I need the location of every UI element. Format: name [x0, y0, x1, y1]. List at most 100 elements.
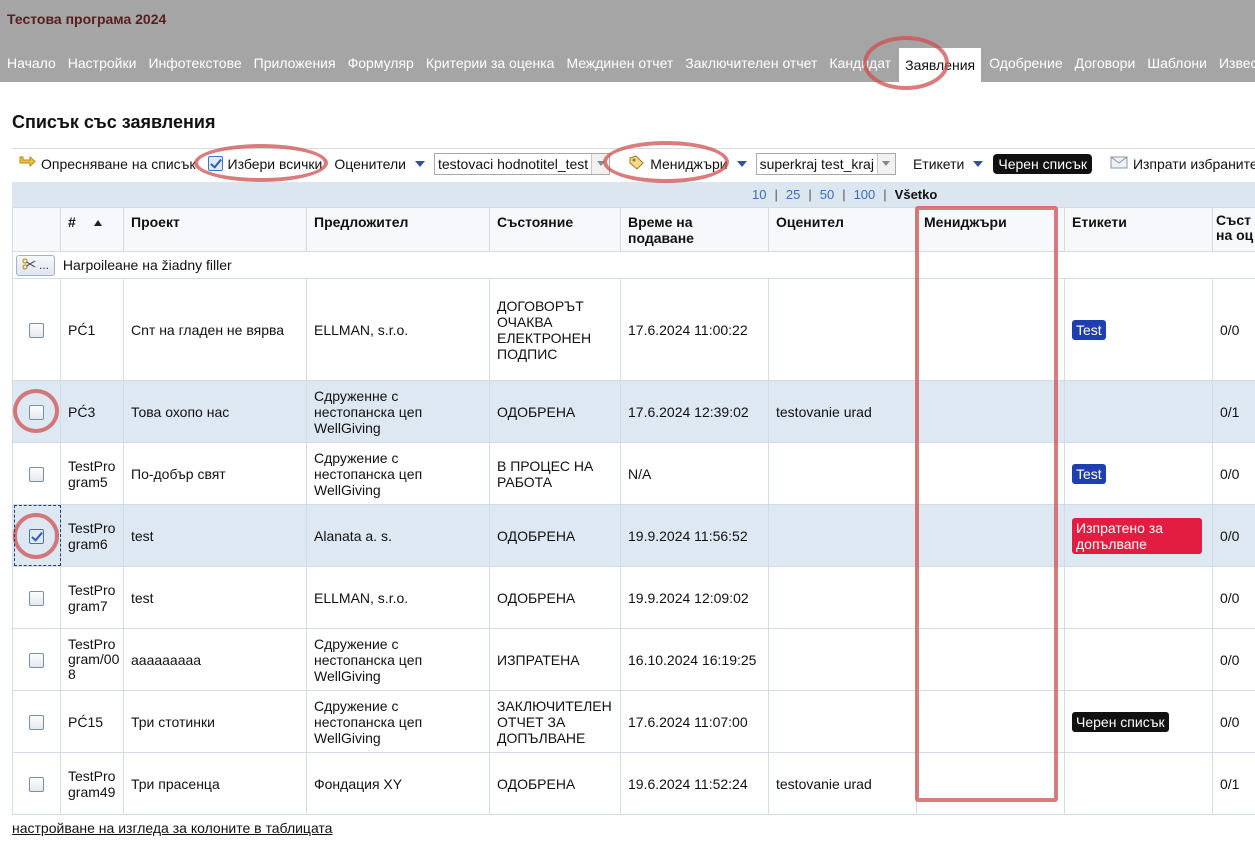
app-title: Тестова програма 2024	[7, 11, 167, 27]
row-checkbox[interactable]	[29, 590, 44, 606]
page-title: Списък със заявления	[12, 112, 216, 132]
evaluators-menu[interactable]: Оценители	[328, 150, 431, 178]
row-select-cell	[12, 752, 61, 815]
nav-item-approval[interactable]: Одобрение	[983, 44, 1068, 82]
managers-menu[interactable]: Мениджъри	[621, 150, 752, 178]
nav-item-contracts[interactable]: Договори	[1069, 44, 1142, 82]
page-size-all[interactable]: Všetko	[895, 187, 938, 202]
cell-managers	[916, 380, 1065, 443]
cell-status: ОДОБРЕНА	[489, 566, 621, 629]
evaluators-select[interactable]: testovaci hodnotitel_test	[433, 152, 611, 175]
filter-cell: ... Нarpoileане на žiadny filler	[12, 251, 1255, 279]
header-proposer[interactable]: Предложител	[306, 207, 490, 252]
refresh-arrow-icon	[18, 154, 36, 173]
dropdown-arrow-icon[interactable]	[876, 153, 895, 174]
label-badge[interactable]: Test	[1072, 319, 1106, 340]
table-row[interactable]: TestPro gram6 test Alanata a. s. ОДОБРЕНА…	[12, 504, 1255, 567]
cell-evaluator	[768, 504, 917, 567]
nav-item-home[interactable]: Начало	[0, 44, 62, 82]
nav-item-templates[interactable]: Шаблони	[1141, 44, 1213, 82]
chevron-down-icon	[736, 160, 747, 167]
table-row[interactable]: PĆ1 Cnт на гладен не вярва ELLMAN, s.r.o…	[12, 278, 1255, 381]
column-settings-link[interactable]: настройване на изгледа за колоните в таб…	[12, 820, 332, 836]
header-submission-time[interactable]: Време на подаване	[620, 207, 769, 252]
header-score[interactable]: Съст на оц	[1212, 207, 1255, 252]
managers-select[interactable]: superkraj test_kraj	[755, 152, 896, 175]
cell-project: test	[123, 566, 307, 629]
header-number[interactable]: #	[60, 207, 124, 252]
table-row[interactable]: TestPro gram5 По-добър cвят Сдружение с н…	[12, 442, 1255, 505]
pager-bar: 10 | 25 | 50 | 100 | Všetko	[12, 182, 1255, 207]
nav-item-applicant[interactable]: Кандидат	[823, 44, 897, 82]
header-status[interactable]: Състояние	[489, 207, 621, 252]
cell-status: ДОГОВОРЪТ ОЧАКВА ЕЛЕКТРОНЕН ПОДПИС	[489, 278, 621, 381]
cell-status: В ПРОЦЕС НА РАБОТА	[489, 442, 621, 505]
blacklist-button[interactable]: Черен списък	[993, 153, 1092, 174]
filter-button[interactable]: ...	[16, 254, 56, 276]
page-size-50[interactable]: 50	[820, 187, 834, 202]
table-row[interactable]: TestPro gram/00 8 ааааааааа Сдружение с не…	[12, 628, 1255, 691]
nav-item-attachments[interactable]: Приложения	[248, 44, 342, 82]
row-checkbox[interactable]	[29, 466, 44, 482]
table-row[interactable]: PĆ15 Три стотинки Сдружение с нестопанск…	[12, 690, 1255, 753]
header-select	[12, 207, 61, 252]
cell-labels	[1064, 628, 1213, 691]
page-size-100[interactable]: 100	[854, 187, 876, 202]
label-badge[interactable]: Черен списък	[1072, 711, 1169, 732]
row-checkbox[interactable]	[29, 322, 44, 338]
nav-item-notifications[interactable]: Известия	[1213, 44, 1255, 82]
header-managers[interactable]: Мениджъри	[916, 207, 1065, 252]
cell-time: 16.10.2024 16:19:25	[620, 628, 769, 691]
header-labels[interactable]: Етикети	[1064, 207, 1213, 252]
cell-proposer: Cдружeннe с нестопанска цeп WellGiving	[306, 380, 490, 443]
labels-label: Етикети	[912, 155, 965, 172]
cell-proposer: ELLMAN, s.r.o.	[306, 278, 490, 381]
row-checkbox[interactable]	[29, 404, 44, 420]
sort-asc-icon	[93, 220, 102, 227]
cell-time: 19.9.2024 11:56:52	[620, 504, 769, 567]
filter-description: Нarpoileане на žiadny filler	[62, 256, 232, 273]
select-all-label: Избери всички	[227, 155, 323, 172]
cell-number: TestPro gram6	[60, 504, 124, 567]
send-selected-button[interactable]: Изпрати избраните за о	[1104, 150, 1255, 178]
header-score-line2: на оц	[1216, 227, 1254, 243]
nav-item-settings[interactable]: Настройки	[62, 44, 143, 82]
table-row[interactable]: TestPro gram7 test ELLMAN, s.r.o. ОДОБРЕН…	[12, 566, 1255, 629]
label-badge[interactable]: Test	[1072, 463, 1106, 484]
row-checkbox[interactable]	[29, 528, 44, 544]
nav-item-form[interactable]: Формуляр	[342, 44, 420, 82]
cell-managers	[916, 504, 1065, 567]
header-evaluator[interactable]: Оценител	[768, 207, 917, 252]
row-checkbox[interactable]	[29, 714, 44, 730]
header-project[interactable]: Проект	[123, 207, 307, 252]
nav-item-final-report[interactable]: Заключителен отчет	[679, 44, 823, 82]
cell-proposer: ELLMAN, s.r.o.	[306, 566, 490, 629]
cell-labels: Test	[1064, 278, 1213, 381]
cell-number: PĆ15	[60, 690, 124, 753]
refresh-button[interactable]: Опресняване на списък	[12, 150, 202, 178]
cell-labels: Test	[1064, 442, 1213, 505]
header-score-line1: Съст	[1216, 212, 1251, 228]
dropdown-arrow-icon[interactable]	[591, 153, 610, 174]
select-all-button[interactable]: Избери всички	[202, 150, 329, 178]
header-number-label: #	[68, 214, 76, 230]
nav-item-infotexts[interactable]: Инфотекстове	[142, 44, 247, 82]
nav-item-applications[interactable]: Заявления	[899, 48, 982, 82]
chevron-down-icon	[414, 160, 425, 167]
label-badge[interactable]: Изпратено за допълвапе	[1072, 517, 1202, 554]
table-row[interactable]: PĆ3 Това охопо нас Cдружeннe с нестопанс…	[12, 380, 1255, 443]
page-size-25[interactable]: 25	[786, 187, 800, 202]
row-checkbox[interactable]	[29, 652, 44, 668]
cell-status: ЗАКЛЮЧИТЕЛЕН ОТЧЕТ ЗА ДОПЪЛВАНЕ	[489, 690, 621, 753]
page-size-10[interactable]: 10	[752, 187, 766, 202]
nav-item-interim-report[interactable]: Междинен отчет	[560, 44, 679, 82]
main-nav: Начало Настройки Инфотекстове Приложения…	[0, 44, 1255, 82]
labels-menu[interactable]: Етикети	[907, 150, 989, 178]
nav-item-criteria[interactable]: Критерии за оценка	[420, 44, 561, 82]
select-all-checkbox-icon	[207, 156, 223, 171]
filter-button-label: ...	[39, 258, 50, 272]
table-row[interactable]: TestPro gram49 Три прасенца Фондация XY О…	[12, 752, 1255, 815]
cell-number: TestPro gram49	[60, 752, 124, 815]
row-checkbox[interactable]	[29, 776, 44, 792]
managers-label: Мениджъри	[650, 155, 728, 172]
